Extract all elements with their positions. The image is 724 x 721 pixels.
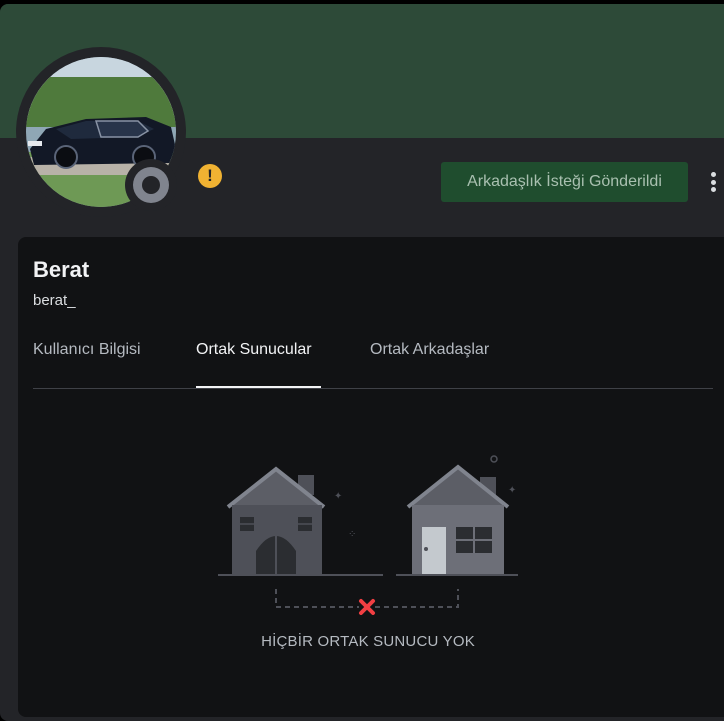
empty-state-message: HİÇBİR ORTAK SUNUCU YOK [261,633,475,650]
more-options-icon[interactable] [703,168,723,196]
svg-text:✦: ✦ [334,491,342,502]
warning-icon[interactable]: ! [198,164,222,188]
tab-mutual-servers[interactable]: Ortak Sunucular [196,341,312,359]
left-house-icon: ✦ ⁘ [218,466,383,576]
tabs-divider [33,388,713,389]
friend-request-sent-button[interactable]: Arkadaşlık İsteği Gönderildi [441,162,688,202]
username: berat_ [33,292,76,309]
no-mutual-servers-illustration: ✦ ⁘ ✦ [218,455,518,615]
user-profile-modal: ! Arkadaşlık İsteği Gönderildi Berat ber… [0,4,724,721]
profile-body-card: Berat berat_ Kullanıcı Bilgisi Ortak Sun… [18,237,724,717]
tab-user-info[interactable]: Kullanıcı Bilgisi [33,341,141,359]
display-name: Berat [33,257,90,282]
disconnected-x-icon [359,599,375,615]
tab-mutual-friends[interactable]: Ortak Arkadaşlar [370,341,489,359]
svg-text:⁘: ⁘ [348,529,356,540]
svg-text:✦: ✦ [508,485,516,496]
right-house-icon: ✦ [396,455,518,576]
profile-tabs: Kullanıcı Bilgisi Ortak Sunucular Ortak … [33,333,713,393]
offline-status-icon [133,167,169,203]
